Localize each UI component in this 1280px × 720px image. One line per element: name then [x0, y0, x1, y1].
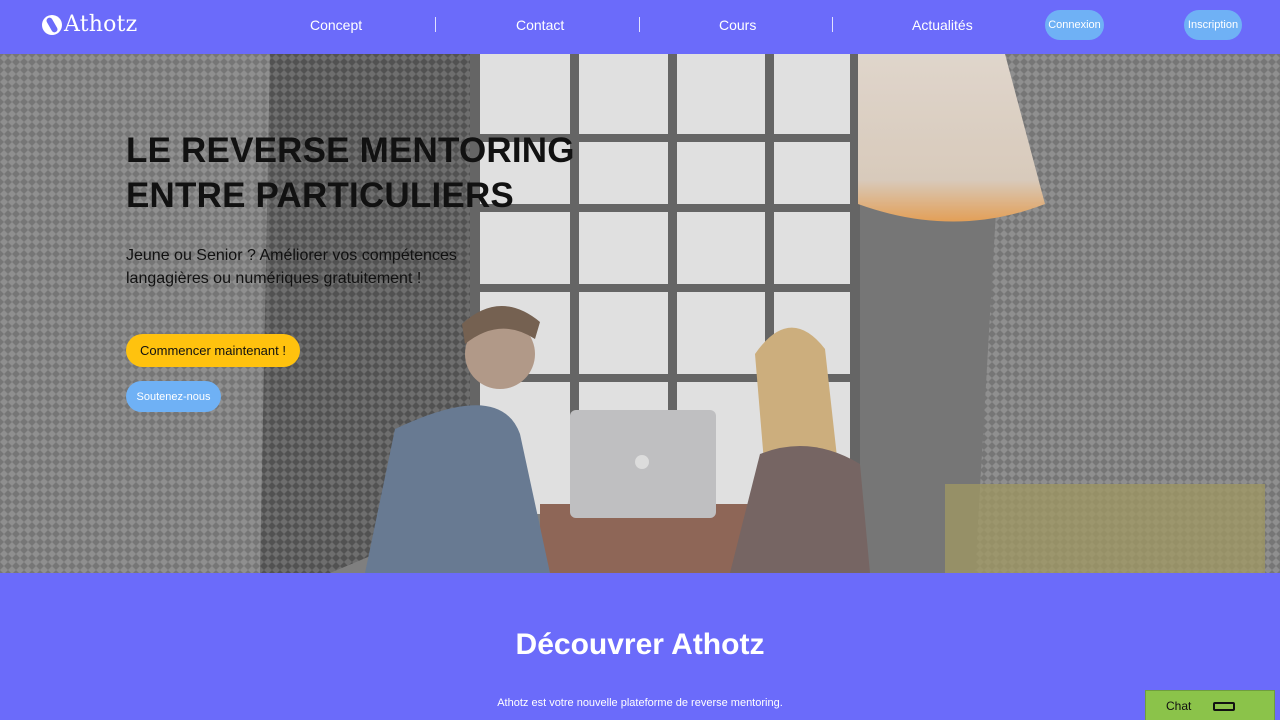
top-navbar: Athotz Concept Contact Cours Actualités …	[0, 0, 1280, 54]
hero-section: LE REVERSE MENTORING ENTRE PARTICULIERS …	[0, 54, 1280, 573]
chat-widget[interactable]: Chat	[1145, 690, 1275, 720]
hero-title: LE REVERSE MENTORING ENTRE PARTICULIERS	[126, 128, 586, 218]
section-description: Athotz est votre nouvelle plateforme de …	[497, 697, 783, 709]
signup-button[interactable]: Inscription	[1184, 10, 1242, 40]
support-us-button[interactable]: Soutenez-nous	[126, 381, 221, 412]
nav-link-contact[interactable]: Contact	[516, 17, 564, 33]
login-button[interactable]: Connexion	[1045, 10, 1104, 40]
athotz-logo-icon	[42, 14, 62, 35]
brand-logo[interactable]: Athotz	[42, 12, 137, 37]
hero-title-line: LE REVERSE MENTORING	[126, 131, 575, 170]
hero-subtitle-line: langagières ou numériques gratuitement !	[126, 270, 422, 287]
chat-toggle-icon[interactable]	[1213, 702, 1235, 711]
nav-link-cours[interactable]: Cours	[719, 17, 756, 33]
chat-label: Chat	[1166, 698, 1192, 713]
brand-name: Athotz	[64, 12, 138, 37]
nav-link-concept[interactable]: Concept	[310, 17, 362, 33]
section-title: Découvrer Athotz	[515, 628, 765, 661]
nav-separator	[832, 17, 833, 32]
nav-link-actualites[interactable]: Actualités	[912, 17, 973, 33]
hero-subtitle: Jeune ou Senior ? Améliorer vos compéten…	[126, 244, 506, 290]
nav-separator	[435, 17, 436, 32]
nav-separator	[639, 17, 640, 32]
hero-title-line: ENTRE PARTICULIERS	[126, 176, 514, 215]
hero-subtitle-line: Jeune ou Senior ? Améliorer vos compéten…	[126, 247, 457, 264]
start-now-button[interactable]: Commencer maintenant !	[126, 334, 300, 367]
